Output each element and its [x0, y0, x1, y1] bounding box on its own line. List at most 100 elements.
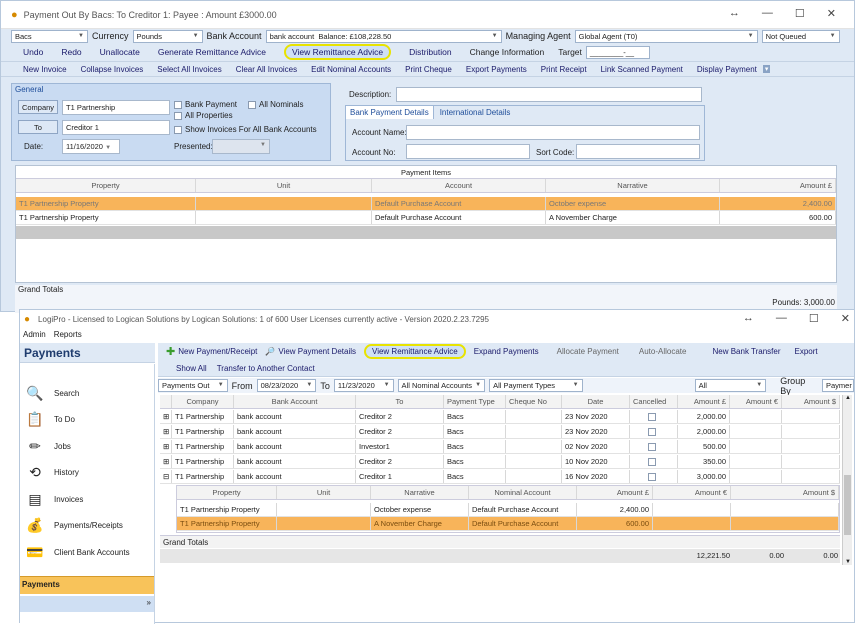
transfer-contact-button[interactable]: Transfer to Another Contact	[217, 364, 315, 373]
maximize-button[interactable]: ☐	[795, 7, 805, 20]
from-date[interactable]: 08/23/2020 ▼	[256, 379, 317, 392]
nav-item-search[interactable]: 🔍 Search	[24, 384, 79, 402]
nav-expand-icon[interactable]: »	[147, 598, 151, 607]
auto-allocate-button[interactable]: Auto-Allocate	[639, 347, 687, 356]
cancelled-checkbox[interactable]	[648, 413, 656, 422]
export-button[interactable]: Export	[795, 347, 818, 356]
payment-types-filter[interactable]: All Payment Types ▼	[489, 379, 583, 392]
export-payments-button[interactable]: Export Payments	[466, 65, 527, 74]
expand-row-icon[interactable]: ⊟	[160, 470, 172, 483]
collapse-invoices-button[interactable]: Collapse Invoices	[81, 65, 144, 74]
undo-button[interactable]: Undo	[23, 47, 43, 57]
expand-payments-button[interactable]: Expand Payments	[474, 347, 539, 356]
tab-international-details[interactable]: International Details	[434, 106, 517, 119]
show-invoices-checkbox[interactable]: Show Invoices For All Bank Accounts	[174, 125, 317, 134]
col-cancelled[interactable]: Cancelled	[630, 395, 678, 408]
overflow-chevron-icon[interactable]: ▾	[762, 65, 771, 73]
view-remittance-button[interactable]: View Remittance Advice	[284, 44, 392, 60]
expand-row-icon[interactable]: ⊞	[160, 455, 172, 468]
table-row[interactable]: ⊟ T1 Partnership bank account Creditor 1 Bac…	[160, 470, 840, 484]
new-payment-button[interactable]: New Payment/Receipt	[178, 347, 257, 356]
cancelled-checkbox[interactable]	[648, 443, 656, 452]
display-payment-button[interactable]: Display Payment	[697, 65, 757, 74]
managing-agent-select[interactable]: Global Agent (T0) ▼	[574, 29, 758, 43]
scroll-thumb[interactable]	[844, 475, 851, 535]
col-unit[interactable]: Unit	[196, 179, 372, 192]
cell-cancelled[interactable]	[630, 455, 678, 468]
redo-button[interactable]: Redo	[61, 47, 81, 57]
sub-col-nominal-account[interactable]: Nominal Account	[469, 486, 577, 499]
cell-cancelled[interactable]	[630, 470, 678, 483]
account-no-field[interactable]	[406, 144, 530, 159]
col-to[interactable]: To	[356, 395, 444, 408]
payment-method-select[interactable]: Bacs ▼	[11, 29, 88, 43]
nav-item-history[interactable]: ⟲ History	[24, 463, 79, 481]
snap-icon[interactable]: ↔	[743, 312, 754, 325]
company-field[interactable]: T1 Partnership	[62, 100, 170, 115]
col-amount-eur[interactable]: Amount €	[730, 395, 782, 408]
to-button[interactable]: To	[18, 120, 58, 134]
select-all-invoices-button[interactable]: Select All Invoices	[157, 65, 221, 74]
col-company[interactable]: Company	[172, 395, 234, 408]
nav-item-payments[interactable]: 💰 Payments/Receipts	[24, 516, 123, 534]
view-payment-details-button[interactable]: View Payment Details	[278, 347, 356, 356]
new-invoice-button[interactable]: New Invoice	[23, 65, 67, 74]
menu-reports[interactable]: Reports	[54, 330, 82, 343]
table-row[interactable]: ⊞ T1 Partnership bank account Investor1 Bacs…	[160, 440, 840, 454]
clear-all-invoices-button[interactable]: Clear All Invoices	[236, 65, 297, 74]
description-field[interactable]	[396, 87, 702, 102]
minimize-button[interactable]: —	[762, 7, 773, 20]
cancelled-checkbox[interactable]	[648, 458, 656, 467]
queue-status-select[interactable]: Not Queued ▼	[761, 29, 840, 43]
minimize-button[interactable]: —	[776, 312, 787, 325]
scroll-down-icon[interactable]: ▼	[843, 559, 853, 565]
account-name-field[interactable]	[406, 125, 700, 140]
table-row[interactable]: T1 Partnership Property A November Charg…	[177, 517, 839, 531]
maximize-button[interactable]: ☐	[809, 312, 819, 325]
cell-cancelled[interactable]	[630, 425, 678, 438]
sub-col-unit[interactable]: Unit	[277, 486, 371, 499]
table-row[interactable]: ⊞ T1 Partnership bank account Creditor 2 Bac…	[160, 455, 840, 469]
menu-admin[interactable]: Admin	[23, 330, 46, 343]
link-scanned-payment-button[interactable]: Link Scanned Payment	[601, 65, 683, 74]
close-button[interactable]: ✕	[841, 312, 850, 325]
snap-icon[interactable]: ↔	[729, 7, 740, 20]
show-all-button[interactable]: Show All	[176, 364, 207, 373]
col-amount-gbp[interactable]: Amount £	[678, 395, 730, 408]
sub-col-narrative[interactable]: Narrative	[371, 486, 469, 499]
cancelled-checkbox[interactable]	[648, 428, 656, 437]
table-row[interactable]: ⊞ T1 Partnership bank account Creditor 2 Bac…	[160, 410, 840, 424]
bank-account-select[interactable]: bank account Balance: £108,228.50 ▼	[265, 29, 502, 43]
nav-footer-bar[interactable]: »	[20, 596, 154, 612]
sub-col-amount-gbp[interactable]: Amount £	[577, 486, 653, 499]
all-nominals-checkbox[interactable]: All Nominals	[248, 100, 303, 109]
presented-select[interactable]: ▼	[212, 139, 270, 154]
to-field[interactable]: Creditor 1	[62, 120, 170, 135]
date-field[interactable]: 11/16/2020 ▼	[62, 139, 120, 154]
nav-item-invoices[interactable]: ▤ Invoices	[24, 490, 83, 508]
to-date[interactable]: 11/23/2020 ▼	[333, 379, 394, 392]
expand-row-icon[interactable]: ⊞	[160, 425, 172, 438]
payment-type-filter[interactable]: Payments Out ▼	[158, 379, 228, 392]
print-receipt-button[interactable]: Print Receipt	[541, 65, 587, 74]
edit-nominal-accounts-button[interactable]: Edit Nominal Accounts	[311, 65, 391, 74]
vertical-scrollbar[interactable]: ▲ ▼	[842, 395, 852, 565]
col-bank-account[interactable]: Bank Account	[234, 395, 356, 408]
tab-bank-payment-details[interactable]: Bank Payment Details	[346, 106, 434, 119]
change-information-button[interactable]: Change Information	[470, 47, 545, 57]
print-cheque-button[interactable]: Print Cheque	[405, 65, 452, 74]
table-row[interactable]: T1 Partnership Property October expense …	[177, 503, 839, 517]
sub-col-amount-usd[interactable]: Amount $	[731, 486, 839, 499]
expand-row-icon[interactable]: ⊞	[160, 440, 172, 453]
nav-footer-payments[interactable]: Payments	[20, 576, 154, 594]
nominal-filter[interactable]: All Nominal Accounts ▼	[397, 379, 486, 392]
all-filter[interactable]: All ▼	[694, 379, 767, 392]
all-properties-checkbox[interactable]: All Properties	[174, 111, 233, 120]
col-cheque-no[interactable]: Cheque No	[506, 395, 562, 408]
distribution-button[interactable]: Distribution	[409, 47, 452, 57]
table-row[interactable]: T1 Partnership Property Default Purchase…	[16, 197, 836, 211]
cancelled-checkbox[interactable]	[648, 473, 656, 482]
table-row[interactable]: ⊞ T1 Partnership bank account Creditor 2 Bac…	[160, 425, 840, 439]
sub-col-amount-eur[interactable]: Amount €	[653, 486, 731, 499]
cell-cancelled[interactable]	[630, 440, 678, 453]
